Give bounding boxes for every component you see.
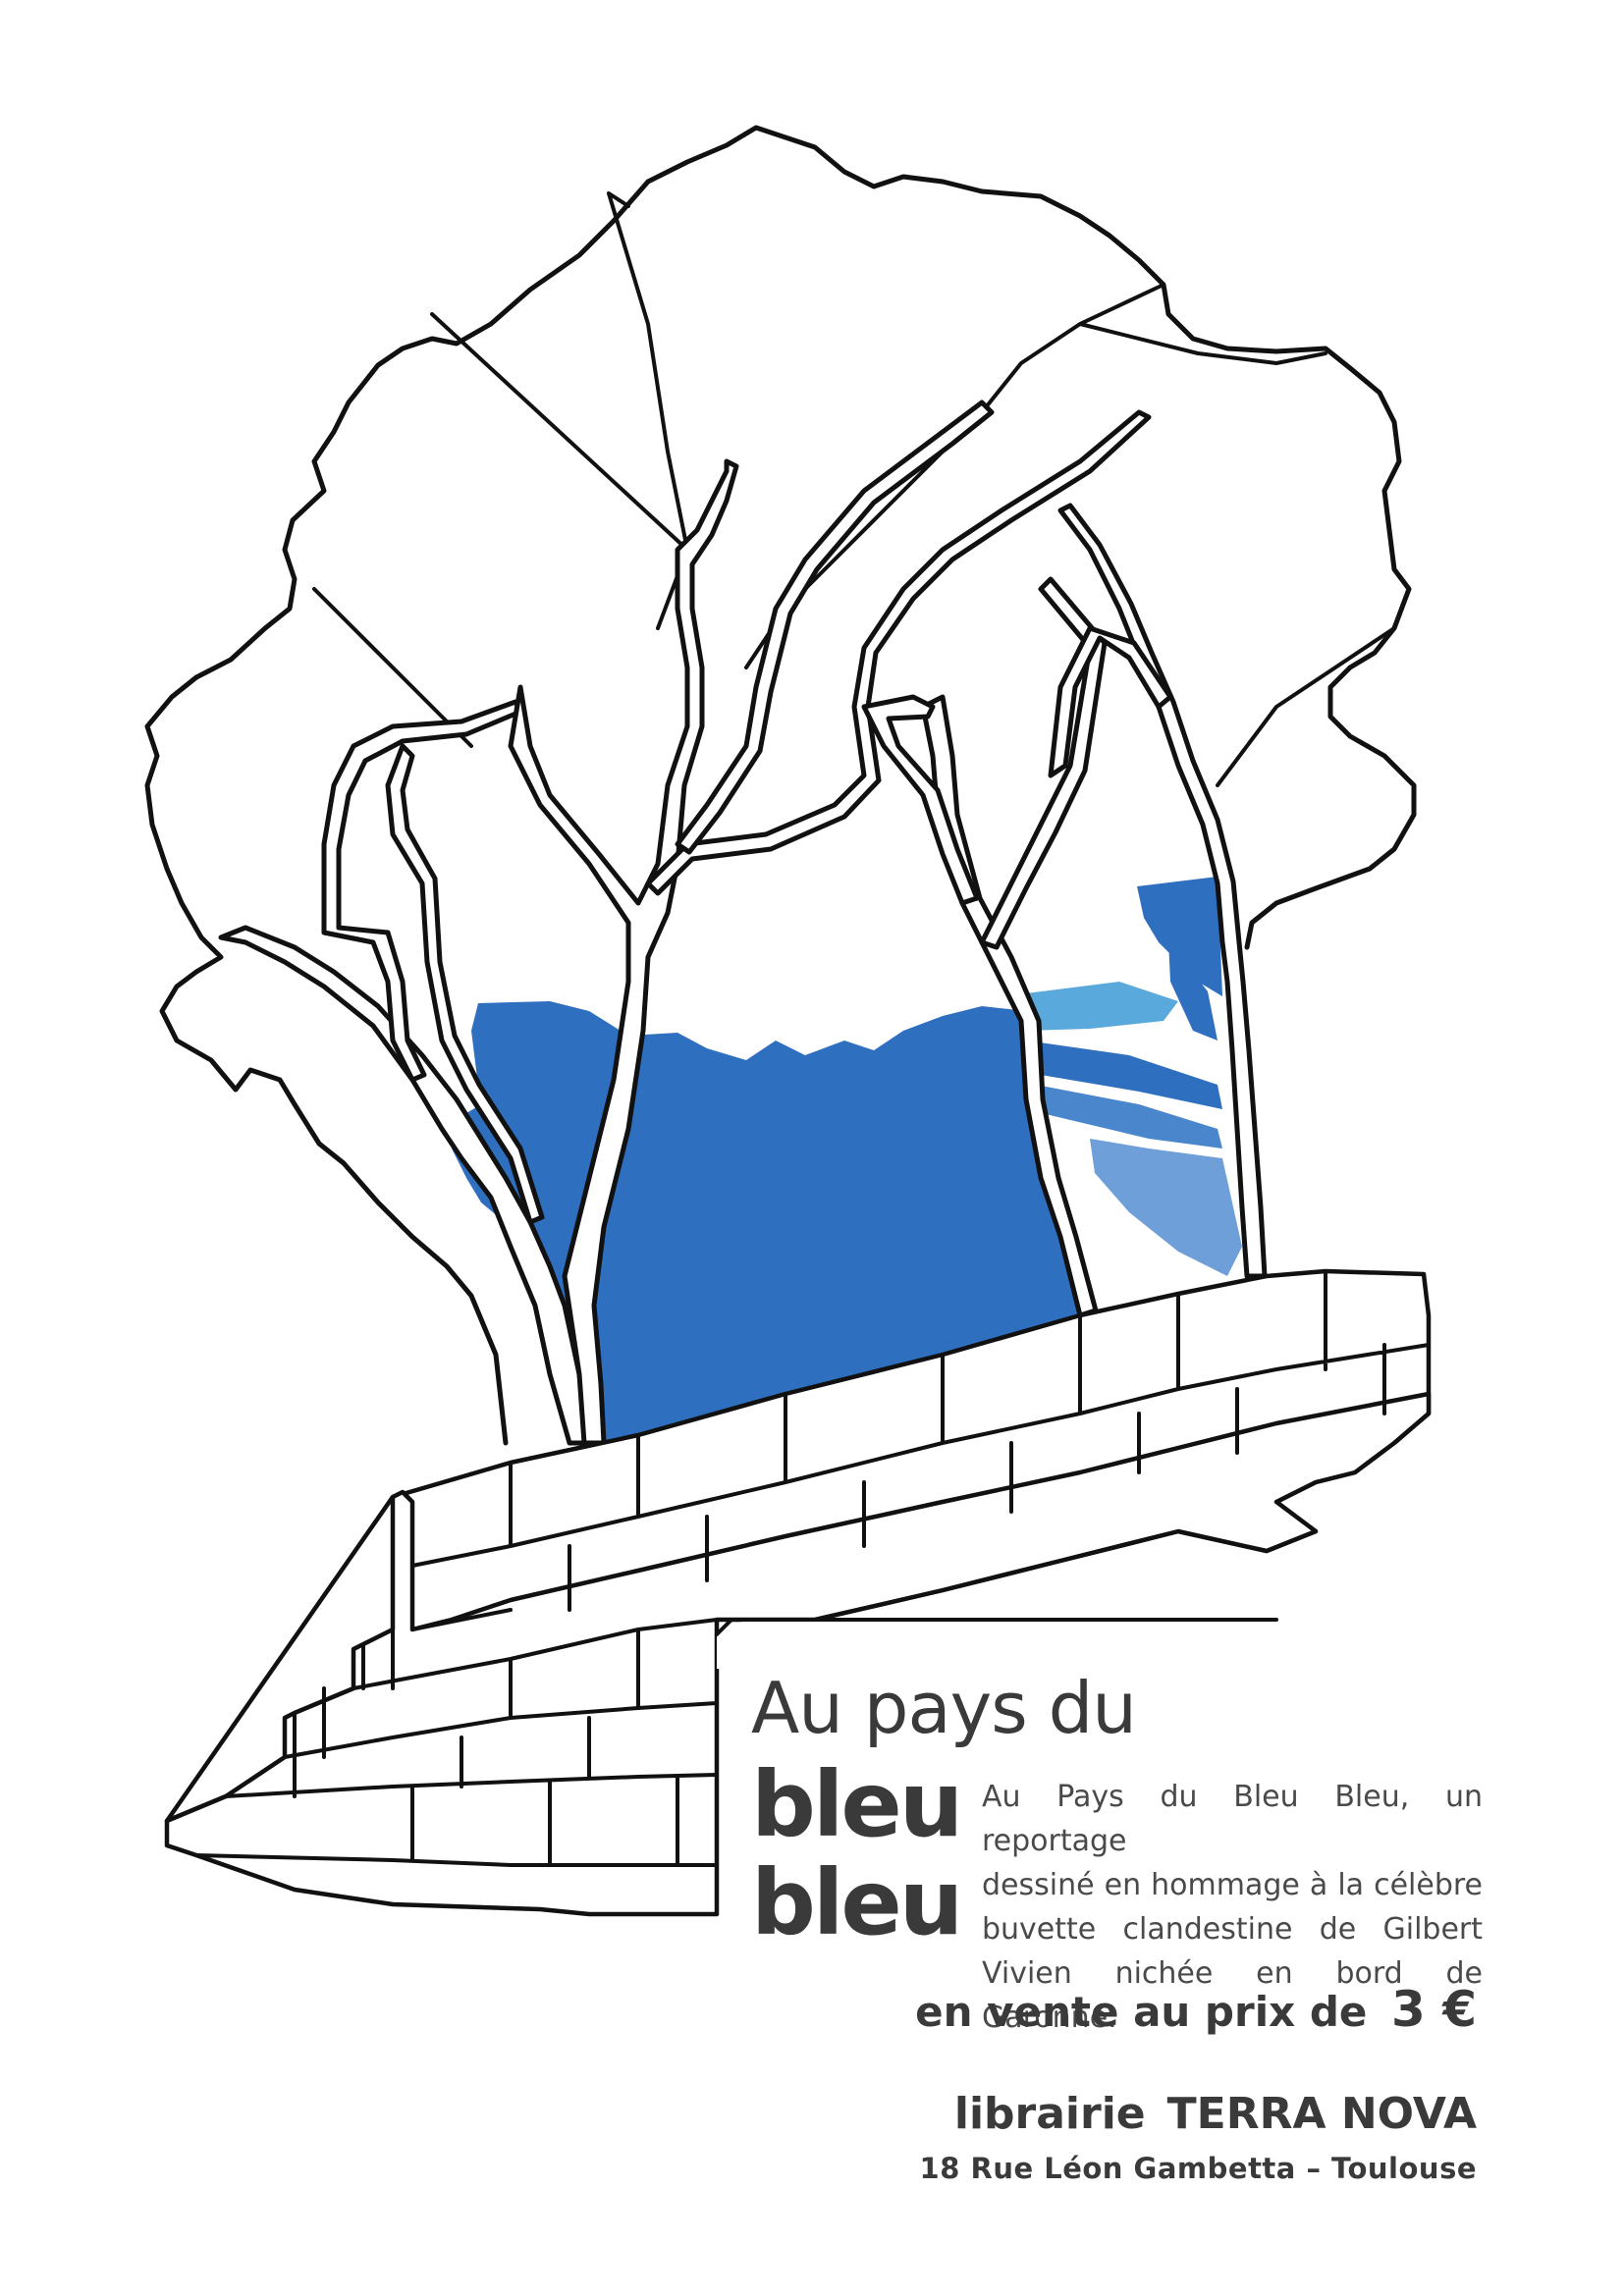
branch-right-a-left: [861, 694, 980, 906]
title-line-1: Au pays du: [751, 1667, 1137, 1749]
description-line: buvette clandestine de Gilbert: [982, 1912, 1483, 1947]
price-line: en vente au prix de 3 €: [915, 1981, 1477, 2038]
blue-streak-4: [1090, 1139, 1242, 1276]
stone-wall-step: [717, 1620, 1276, 1669]
title-line-2: bleu: [751, 1752, 963, 1857]
description-line: Au Pays du Bleu Bleu, un reportage: [982, 1780, 1483, 1858]
shop-address: 18 Rue Léon Gambetta – Toulouse: [919, 2152, 1477, 2185]
title-line-3: bleu: [751, 1850, 963, 1955]
description-line: dessiné en hommage à la célèbre: [982, 1868, 1483, 1902]
shop-name: TERRA NOVA: [1166, 2089, 1477, 2139]
shop-prefix: librairie: [953, 2089, 1146, 2139]
price-prefix: en vente au prix de: [915, 1988, 1368, 2036]
price-amount: 3 €: [1391, 1981, 1477, 2038]
blue-streak-sky: [1026, 982, 1178, 1031]
shop-line: librairie TERRA NOVA: [954, 2089, 1477, 2139]
